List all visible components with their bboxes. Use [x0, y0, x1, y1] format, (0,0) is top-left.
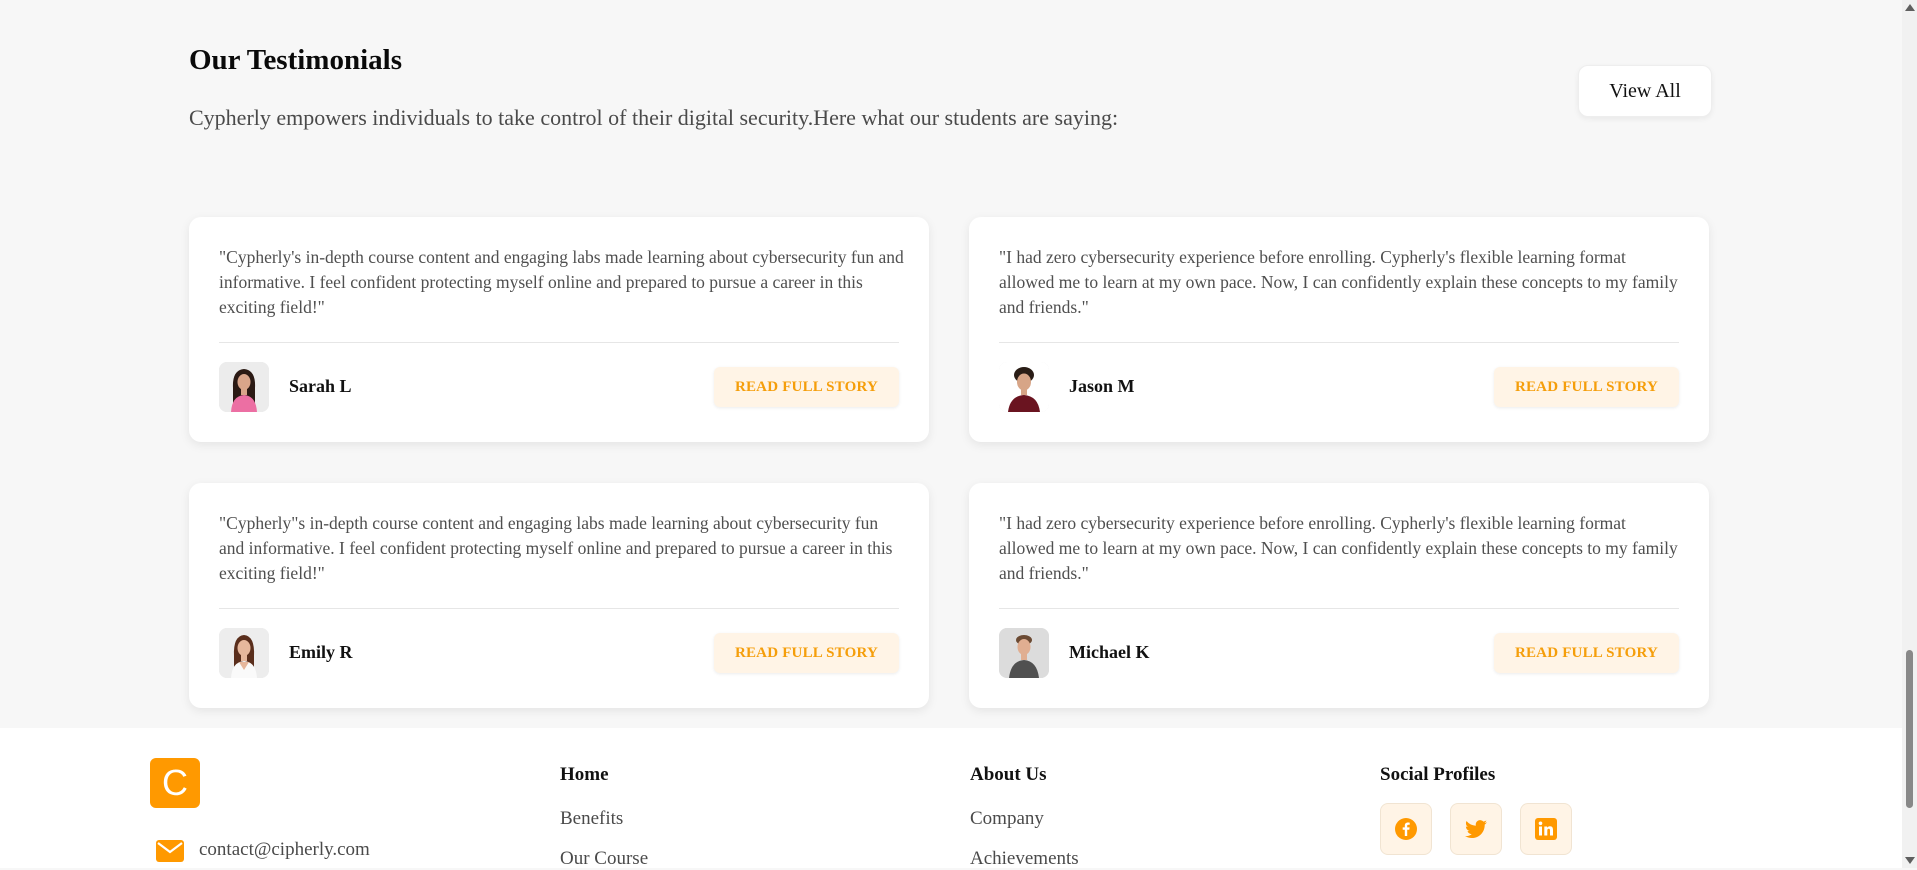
facebook-button[interactable]: [1380, 803, 1432, 855]
card-divider: [219, 608, 899, 609]
scrollbar-thumb[interactable]: [1906, 650, 1913, 808]
testimonial-card: "Cypherly's in-depth course content and …: [189, 217, 929, 442]
testimonial-quote: "I had zero cybersecurity experience bef…: [999, 247, 1678, 317]
footer-link-achievements[interactable]: Achievements: [970, 848, 1079, 870]
scroll-down-arrow-icon[interactable]: [1905, 857, 1915, 864]
woman-long-hair-avatar-icon: [219, 628, 269, 678]
woman-pink-top-avatar-icon: [219, 362, 269, 412]
read-full-story-button[interactable]: READ FULL STORY: [1493, 367, 1679, 407]
man-curly-hair-avatar-icon: [999, 362, 1049, 412]
testimonial-quote: "Cypherly"s in-depth course content and …: [219, 513, 893, 583]
man-grey-shirt-avatar-icon: [999, 628, 1049, 678]
testimonial-quote: "Cypherly's in-depth course content and …: [219, 247, 904, 317]
testimonial-quote: "I had zero cybersecurity experience bef…: [999, 513, 1678, 583]
twitter-button[interactable]: [1450, 803, 1502, 855]
author-name: Michael K: [1069, 642, 1150, 662]
avatar: [219, 362, 269, 412]
footer-heading-about-us: About Us: [970, 764, 1047, 785]
linkedin-icon: [1535, 818, 1557, 840]
footer: C contact@cipherly.com Home Benefits Our…: [0, 728, 1902, 870]
testimonial-card: "I had zero cybersecurity experience bef…: [969, 217, 1709, 442]
vertical-scrollbar[interactable]: [1902, 0, 1917, 868]
avatar: [219, 628, 269, 678]
avatar: [999, 628, 1049, 678]
footer-heading-home: Home: [560, 764, 609, 785]
card-divider: [999, 608, 1679, 609]
card-divider: [219, 342, 899, 343]
footer-heading-social-profiles: Social Profiles: [1380, 764, 1496, 785]
section-subtitle: Cypherly empowers individuals to take co…: [189, 105, 1119, 130]
author-name: Jason M: [1069, 376, 1135, 396]
avatar: [999, 362, 1049, 412]
testimonial-card: "Cypherly"s in-depth course content and …: [189, 483, 929, 708]
author-name: Sarah L: [289, 376, 352, 396]
footer-link-benefits[interactable]: Benefits: [560, 808, 623, 830]
facebook-icon: [1395, 818, 1417, 840]
testimonial-card: "I had zero cybersecurity experience bef…: [969, 483, 1709, 708]
contact-email[interactable]: contact@cipherly.com: [199, 839, 370, 861]
footer-link-company[interactable]: Company: [970, 808, 1044, 830]
author-name: Emily R: [289, 642, 353, 662]
read-full-story-button[interactable]: READ FULL STORY: [1493, 633, 1679, 673]
footer-link-our-course[interactable]: Our Course: [560, 848, 648, 870]
testimonials-section: Our Testimonials Cypherly empowers indiv…: [0, 0, 1902, 728]
logo[interactable]: C: [150, 758, 200, 808]
read-full-story-button[interactable]: READ FULL STORY: [713, 633, 899, 673]
linkedin-button[interactable]: [1520, 803, 1572, 855]
card-divider: [999, 342, 1679, 343]
twitter-icon: [1465, 820, 1487, 839]
view-all-button[interactable]: View All: [1578, 65, 1712, 117]
read-full-story-button[interactable]: READ FULL STORY: [713, 367, 899, 407]
section-title: Our Testimonials: [189, 44, 402, 76]
mail-icon: [156, 840, 184, 862]
scroll-up-arrow-icon[interactable]: [1905, 4, 1915, 11]
